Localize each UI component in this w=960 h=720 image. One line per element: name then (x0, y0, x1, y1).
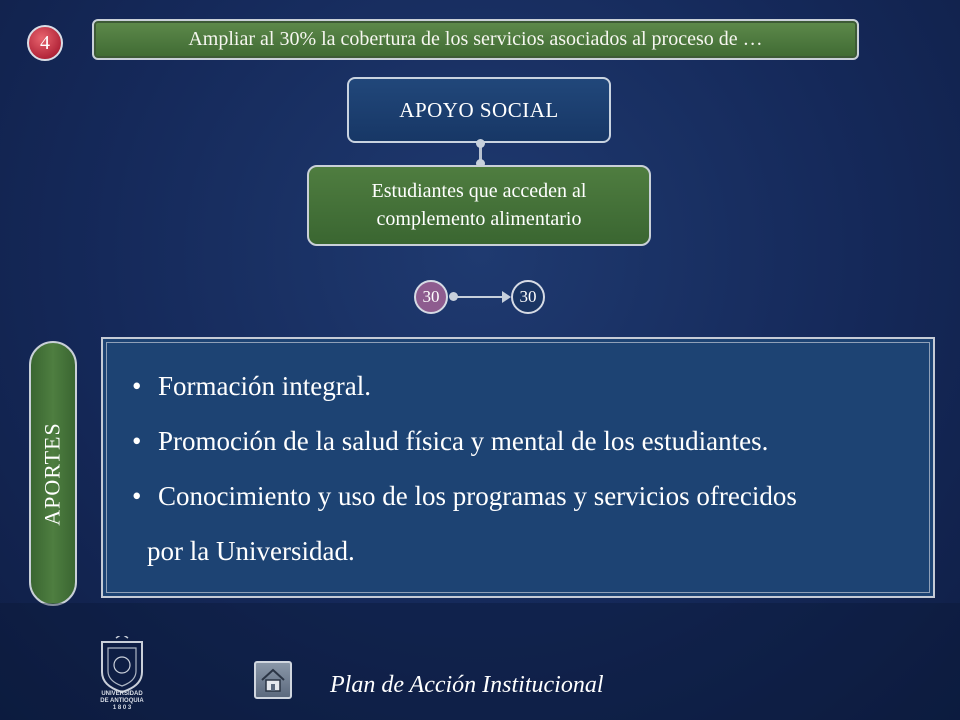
footer-plan-title: Plan de Acción Institucional (330, 672, 604, 698)
indicator-line-2: complemento alimentario (376, 208, 582, 230)
arrow-start-dot (449, 292, 458, 301)
home-icon (261, 668, 285, 692)
list-item: • Formación integral. (132, 361, 922, 416)
objective-banner: Ampliar al 30% la cobertura de los servi… (92, 19, 859, 60)
list-item-text: Formación integral. (158, 371, 371, 401)
bullet-mark: • (132, 426, 142, 456)
logo-text-line-1: UNIVERSIDAD (101, 691, 143, 697)
logo-text-line-2: DE ANTIOQUIA (100, 698, 144, 704)
bullet-mark: • (132, 481, 142, 511)
indicator-box: Estudiantes que acceden al complemento a… (307, 165, 651, 246)
logo-text-line-3: 1 8 0 3 (112, 705, 132, 711)
list-item: • Promoción de la salud física y mental … (132, 416, 922, 471)
list-item-text: Conocimiento y uso de los programas y se… (158, 481, 797, 511)
list-item-continuation: por la Universidad. (147, 536, 355, 566)
university-logo-text: UNIVERSIDAD DE ANTIOQUIA 1 8 0 3 (80, 691, 164, 712)
objective-number-badge: 4 (27, 25, 63, 61)
bullet-mark: • (132, 371, 142, 401)
baseline-value-circle: 30 (414, 280, 448, 314)
home-button[interactable] (254, 661, 292, 699)
list-item: • Conocimiento y uso de los programas y … (132, 471, 922, 526)
program-title-box: APOYO SOCIAL (347, 77, 611, 143)
progress-arrow-head (502, 291, 511, 303)
aportes-bullet-list: • Formación integral. • Promoción de la … (132, 361, 922, 581)
indicator-line-1: Estudiantes que acceden al (371, 180, 587, 202)
target-value-circle: 30 (511, 280, 545, 314)
list-item-text: Promoción de la salud física y mental de… (158, 426, 769, 456)
aportes-tab-label: APORTES (40, 421, 66, 526)
progress-arrow-line (452, 296, 506, 298)
connector-dot-top (476, 139, 485, 148)
aportes-tab-label-wrap: APORTES (29, 341, 77, 606)
